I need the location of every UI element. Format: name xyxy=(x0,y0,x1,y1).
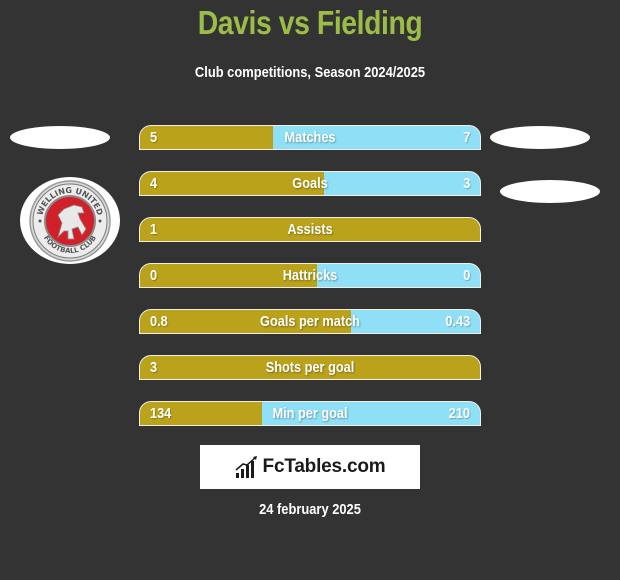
fctables-logo[interactable]: FcTables.com xyxy=(200,445,420,489)
left-value: 4 xyxy=(150,175,158,192)
page-title: Davis vs Fielding xyxy=(197,4,423,41)
bar-chart-icon xyxy=(235,456,257,478)
date-label: 24 february 2025 xyxy=(259,501,361,518)
stat-row-goals-per-match: 0.8 Goals per match 0.43 xyxy=(139,309,481,334)
welling-united-crest-icon: WELLING UNITED FOOTBALL CLUB xyxy=(29,179,111,262)
logo-text: FcTables.com xyxy=(262,456,386,477)
stat-row-matches: 5 Matches 7 xyxy=(139,125,481,150)
left-value: 5 xyxy=(150,129,158,146)
stat-row-assists: 1 Assists xyxy=(139,217,481,242)
stat-row-shots-per-goal: 3 Shots per goal xyxy=(139,355,481,380)
left-value: 1 xyxy=(150,221,158,238)
stat-label: Shots per goal xyxy=(265,359,355,376)
left-value: 3 xyxy=(150,359,158,376)
stat-label: Goals xyxy=(292,175,328,192)
right-value: 7 xyxy=(462,129,470,146)
right-team-placeholder xyxy=(500,180,600,203)
right-value: 0.43 xyxy=(445,313,470,330)
right-player-placeholder xyxy=(490,126,590,149)
stat-label: Assists xyxy=(287,221,333,238)
stat-label: Min per goal xyxy=(272,405,348,422)
stat-row-goals: 4 Goals 3 xyxy=(139,171,481,196)
stat-row-hattricks: 0 Hattricks 0 xyxy=(139,263,481,288)
stat-label: Goals per match xyxy=(260,313,360,330)
right-value: 0 xyxy=(462,267,470,284)
left-value: 0 xyxy=(150,267,158,284)
season-subtitle: Club competitions, Season 2024/2025 xyxy=(194,64,426,81)
right-value: 3 xyxy=(462,175,470,192)
stat-label: Hattricks xyxy=(282,267,338,284)
left-team-badge: WELLING UNITED FOOTBALL CLUB xyxy=(20,177,120,264)
left-player-placeholder xyxy=(10,126,110,149)
stat-label: Matches xyxy=(284,129,336,146)
stat-row-min-per-goal: 134 Min per goal 210 xyxy=(139,401,481,426)
right-value: 210 xyxy=(448,405,470,422)
